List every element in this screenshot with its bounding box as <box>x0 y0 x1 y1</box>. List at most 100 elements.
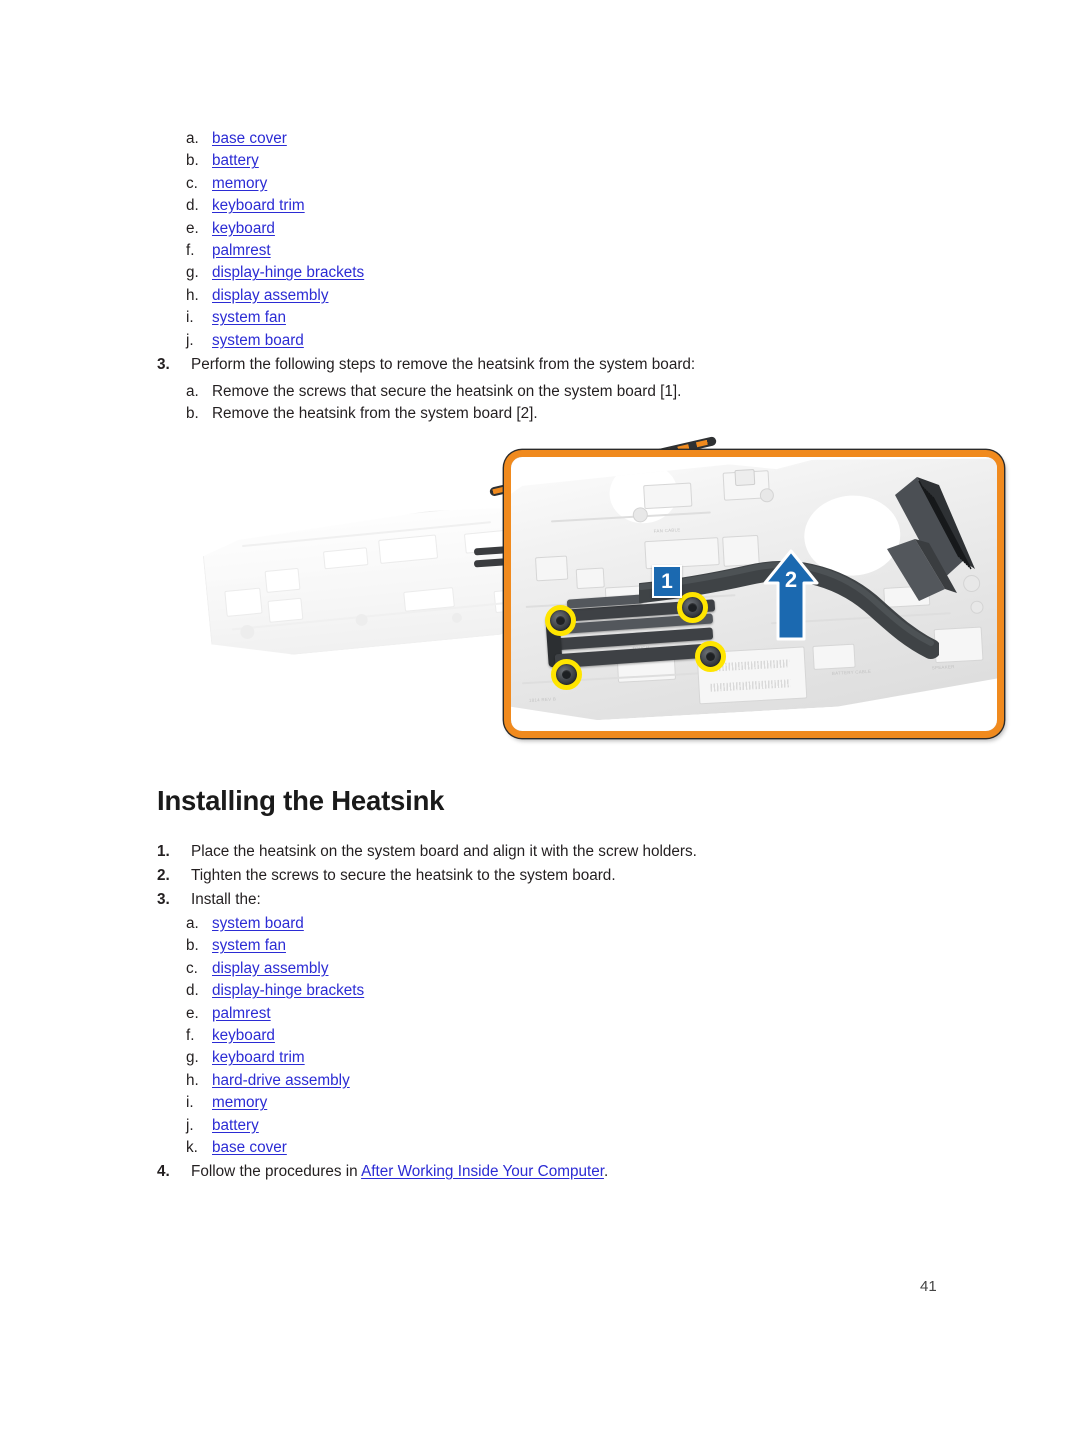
install-component-item: f. keyboard <box>186 1025 364 1047</box>
ghost-connector <box>264 567 301 593</box>
install-component-item: i. memory <box>186 1092 364 1114</box>
board-ic <box>643 483 692 510</box>
heatsink-removal-figure: FAN CABLE TOUCH BATTERY CABLE SPEAKER 18… <box>196 435 1016 745</box>
removal-step-3-substeps: a. Remove the screws that secure the heat… <box>186 381 681 426</box>
detail-photo-frame: FAN CABLE TOUCH BATTERY CABLE SPEAKER 18… <box>504 450 1004 738</box>
removal-component-item: f. palmrest <box>186 240 364 262</box>
list-marker: g. <box>186 1049 199 1067</box>
callout-arrow-2: 2 <box>763 549 819 641</box>
removal-components-list: a. base cover b. battery c. memory d. keyboard … <box>186 128 364 352</box>
board-connector <box>734 469 755 486</box>
install-component-link[interactable]: keyboard trim <box>212 1047 305 1069</box>
removal-component-item: j. system board <box>186 330 364 352</box>
removal-component-link[interactable]: palmrest <box>212 240 271 262</box>
install-component-link[interactable]: system board <box>212 913 304 935</box>
board-ic <box>576 568 605 590</box>
step-number: 1. <box>157 843 170 860</box>
list-marker: h. <box>186 1071 199 1089</box>
list-marker: g. <box>186 264 199 282</box>
list-marker: h. <box>186 286 199 304</box>
removal-substep-item: b. Remove the heatsink from the system bo… <box>186 403 681 425</box>
install-component-link[interactable]: display-hinge brackets <box>212 980 364 1002</box>
list-marker: i. <box>186 309 194 327</box>
removal-component-item: d. keyboard trim <box>186 195 364 217</box>
removal-component-link[interactable]: memory <box>212 173 267 195</box>
list-marker: b. <box>186 152 199 170</box>
list-marker: e. <box>186 1004 199 1022</box>
install-component-link[interactable]: palmrest <box>212 1003 271 1025</box>
callout-badge-1: 1 <box>652 565 682 598</box>
install-component-link[interactable]: display assembly <box>212 958 328 980</box>
install-component-link[interactable]: battery <box>212 1115 259 1137</box>
list-marker: i. <box>186 1094 194 1112</box>
removal-component-link[interactable]: base cover <box>212 128 287 150</box>
removal-component-item: g. display-hinge brackets <box>186 262 364 284</box>
install-component-item: e. palmrest <box>186 1003 364 1025</box>
step-text-prefix: Follow the procedures in <box>191 1163 362 1180</box>
list-marker: a. <box>186 130 199 147</box>
list-marker: b. <box>186 405 199 423</box>
list-marker: c. <box>186 174 198 192</box>
install-component-item: c. display assembly <box>186 958 364 980</box>
step-text: Perform the following steps to remove th… <box>191 356 696 373</box>
list-marker: d. <box>186 197 199 215</box>
list-marker: d. <box>186 982 199 1000</box>
install-component-item: a. system board <box>186 913 364 935</box>
list-marker: j. <box>186 1116 194 1134</box>
removal-component-link[interactable]: keyboard trim <box>212 195 305 217</box>
removal-component-item: a. base cover <box>186 128 364 150</box>
list-marker: f. <box>186 241 195 259</box>
install-component-link[interactable]: hard-drive assembly <box>212 1070 350 1092</box>
install-component-link[interactable]: system fan <box>212 935 286 957</box>
removal-component-item: c. memory <box>186 173 364 195</box>
document-page: a. base cover b. battery c. memory d. keyboard … <box>0 0 1080 1434</box>
board-silkscreen: SPEAKER <box>931 664 955 671</box>
ghost-connector <box>224 587 263 617</box>
list-marker: c. <box>186 959 198 977</box>
screw-highlight <box>695 641 726 672</box>
install-step: 1. Place the heatsink on the system board… <box>157 840 697 863</box>
step-text: Install the: <box>191 891 261 908</box>
list-marker: f. <box>186 1026 195 1044</box>
removal-component-link[interactable]: system board <box>212 330 304 352</box>
install-step-4: 4. Follow the procedures in After Workin… <box>157 1160 608 1183</box>
removal-component-item: e. keyboard <box>186 218 364 240</box>
screw-highlight <box>545 605 576 636</box>
after-working-inside-your-computer-link[interactable]: After Working Inside Your Computer <box>361 1163 604 1180</box>
removal-substep-item: a. Remove the screws that secure the heat… <box>186 381 681 403</box>
step-number: 3. <box>157 891 170 908</box>
removal-component-link[interactable]: display-hinge brackets <box>212 262 364 284</box>
removal-component-link[interactable]: system fan <box>212 307 286 329</box>
screw-highlight <box>551 659 582 690</box>
list-marker: a. <box>186 383 199 400</box>
install-components-list: a. system board b. system fan c. display asse… <box>186 913 364 1159</box>
step-number: 3. <box>157 356 170 373</box>
board-silkscreen: BATTERY CABLE <box>831 668 872 676</box>
board-ic <box>535 556 568 582</box>
heatsink-fin-stack <box>859 465 987 615</box>
install-component-item: d. display-hinge brackets <box>186 980 364 1002</box>
install-step: 3. Install the: <box>157 888 261 911</box>
install-component-item: g. keyboard trim <box>186 1047 364 1069</box>
install-component-item: h. hard-drive assembly <box>186 1070 364 1092</box>
step-text: Place the heatsink on the system board a… <box>191 843 697 860</box>
removal-substep-text: Remove the heatsink from the system boar… <box>212 405 538 423</box>
install-component-link[interactable]: base cover <box>212 1137 287 1159</box>
board-pad <box>760 488 775 503</box>
install-step: 2. Tighten the screws to secure the heats… <box>157 864 616 887</box>
step-text-suffix: . <box>603 1163 609 1180</box>
detail-photo: FAN CABLE TOUCH BATTERY CABLE SPEAKER 18… <box>511 457 997 731</box>
install-component-link[interactable]: memory <box>212 1092 267 1114</box>
removal-component-link[interactable]: keyboard <box>212 218 275 240</box>
list-marker: e. <box>186 219 199 237</box>
board-connector <box>934 627 984 664</box>
page-number: 41 <box>920 1278 937 1295</box>
step-text: Tighten the screws to secure the heatsin… <box>191 867 616 884</box>
removal-component-link[interactable]: battery <box>212 150 259 172</box>
removal-step-3: 3. Perform the following steps to remove… <box>157 353 695 376</box>
page-title: Installing the Heatsink <box>157 785 445 816</box>
list-marker: b. <box>186 937 199 955</box>
install-component-link[interactable]: keyboard <box>212 1025 275 1047</box>
removal-component-link[interactable]: display assembly <box>212 285 328 307</box>
removal-component-item: b. battery <box>186 150 364 172</box>
